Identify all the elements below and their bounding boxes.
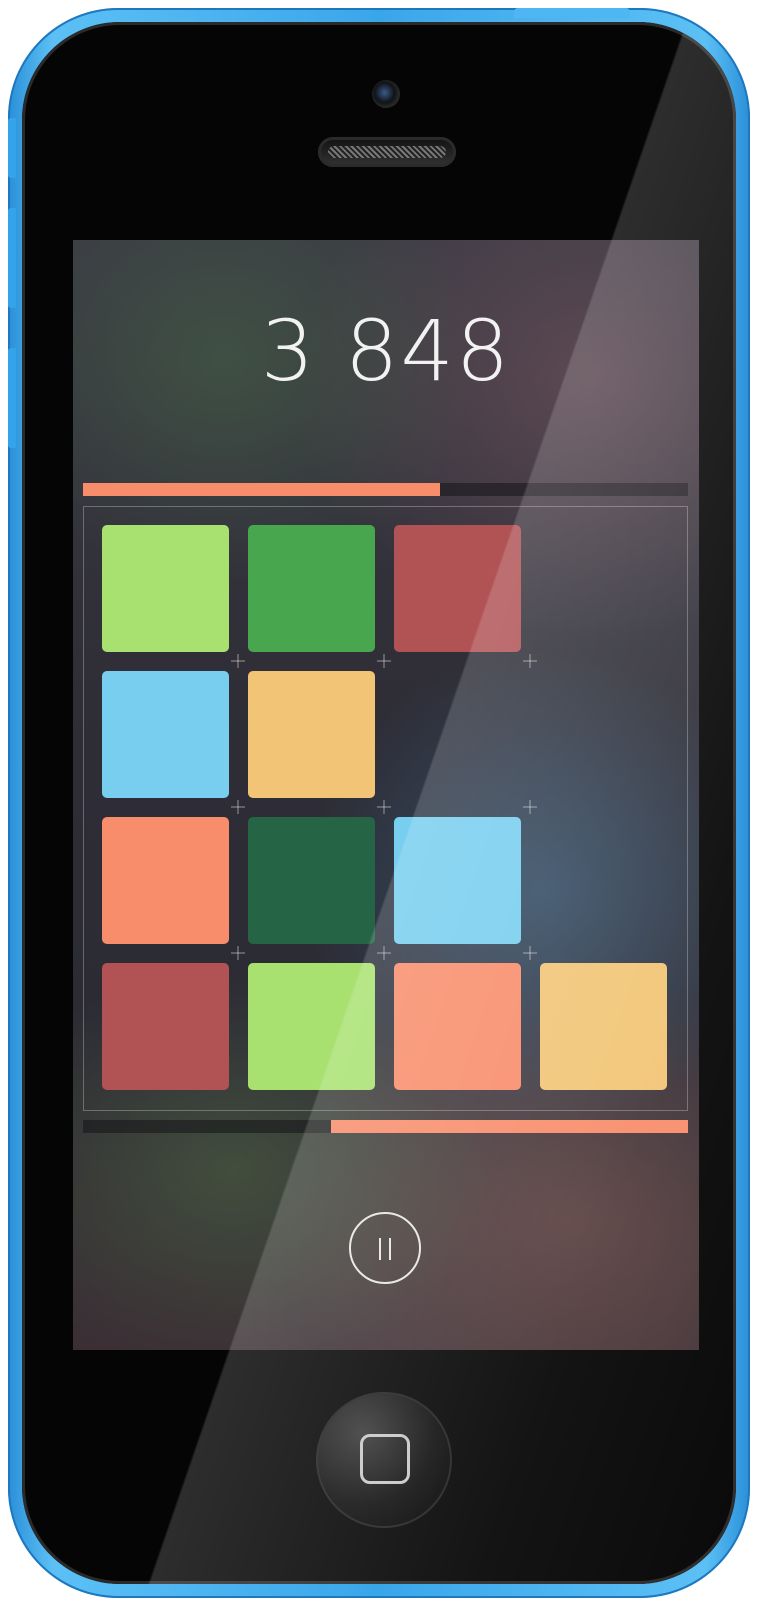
tile-0-1[interactable] (248, 525, 375, 652)
home-button-icon (360, 1434, 410, 1484)
game-board (83, 506, 688, 1111)
volume-down-button (8, 348, 16, 448)
tile-3-2[interactable] (394, 963, 521, 1090)
volume-up-button (8, 208, 16, 308)
grid-cross-icon (231, 654, 245, 668)
game-screen: 3 848 (73, 240, 699, 1350)
top-progress-bar (83, 483, 688, 496)
grid-cross-icon (231, 800, 245, 814)
tile-2-0[interactable] (102, 817, 229, 944)
mute-switch (8, 118, 16, 178)
earpiece-speaker (318, 137, 456, 167)
grid-cross-icon (377, 800, 391, 814)
tile-0-2[interactable] (394, 525, 521, 652)
top-progress-fill (83, 483, 440, 496)
home-button[interactable] (316, 1392, 452, 1528)
tile-0-0[interactable] (102, 525, 229, 652)
grid-cross-icon (231, 946, 245, 960)
phone-face: 3 848 (22, 22, 736, 1584)
grid-cross-icon (377, 654, 391, 668)
tile-1-1[interactable] (248, 671, 375, 798)
grid-cross-icon (523, 654, 537, 668)
pause-button[interactable] (349, 1212, 421, 1284)
tile-3-3[interactable] (540, 963, 667, 1090)
tile-2-1[interactable] (248, 817, 375, 944)
phone-shell: 3 848 (8, 8, 750, 1598)
bottom-progress-fill (331, 1120, 688, 1133)
grid-cross-icon (377, 946, 391, 960)
score-display: 3 848 (260, 302, 512, 400)
tile-2-2[interactable] (394, 817, 521, 944)
grid-cross-icon (523, 800, 537, 814)
tile-3-0[interactable] (102, 963, 229, 1090)
grid-cross-icon (523, 946, 537, 960)
tile-1-0[interactable] (102, 671, 229, 798)
bottom-progress-bar (83, 1120, 688, 1133)
power-button (514, 8, 630, 18)
front-camera-icon (372, 80, 400, 108)
tile-3-1[interactable] (248, 963, 375, 1090)
